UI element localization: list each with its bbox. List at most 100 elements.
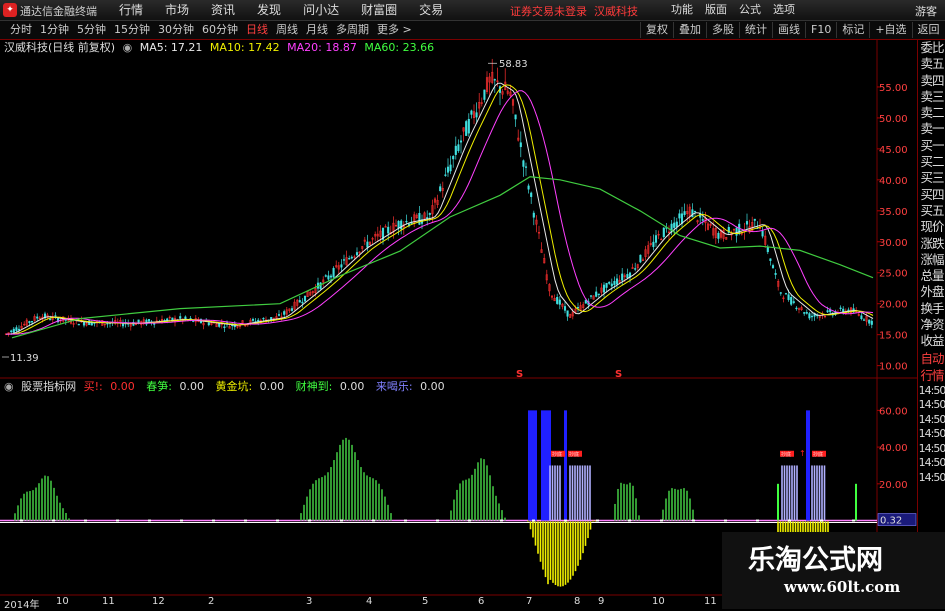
zero-dot <box>788 519 791 522</box>
y-tick-label: 50.00 <box>879 114 908 125</box>
side-label: 卖三 <box>920 88 944 104</box>
candle-body <box>36 316 39 319</box>
candle-body <box>753 218 756 221</box>
candle-body <box>483 89 486 100</box>
candle-body <box>342 259 346 261</box>
x-tick-label: 3 <box>306 596 313 607</box>
side-label: 卖四 <box>920 72 944 88</box>
low-price-label: 11.39 <box>10 353 39 364</box>
settings-icon[interactable]: ◉ <box>4 380 14 393</box>
candle-body <box>563 306 567 311</box>
candle-body <box>595 291 598 297</box>
buy-marker-label: 抄底 <box>569 451 579 458</box>
zero-dot <box>756 519 759 522</box>
candle-body <box>680 213 684 224</box>
buy-marker-label: 抄底 <box>813 451 823 458</box>
candle-body <box>444 174 447 176</box>
y-tick-label: 40.00 <box>879 176 908 187</box>
y-tick-label: 60.00 <box>879 406 908 417</box>
zero-dot <box>212 519 215 522</box>
zero-dot <box>564 519 567 522</box>
x-tick-label: 12 <box>152 596 165 607</box>
side-label: 卖五 <box>920 56 944 72</box>
candle-body <box>675 221 678 227</box>
side-label: 买一 <box>920 137 944 153</box>
candle-body <box>30 321 34 323</box>
candle-body <box>179 316 182 319</box>
candle-body <box>761 230 764 237</box>
x-tick-label: 8 <box>574 596 581 607</box>
candle-body <box>810 315 814 318</box>
buy-arrow: ↑ <box>799 449 806 458</box>
settings-icon[interactable]: ◉ <box>123 41 133 54</box>
candle-body <box>597 293 600 296</box>
candle-body <box>803 312 806 314</box>
candle-body <box>805 312 808 314</box>
indicator-spring: 春笋: 0.00 <box>146 380 204 393</box>
fortune-bar <box>806 410 810 521</box>
candle-body <box>400 220 403 230</box>
candle-body <box>527 185 530 190</box>
x-tick-label: 7 <box>526 596 533 607</box>
current-value: 0.32 <box>880 516 902 527</box>
candle-body <box>610 283 613 287</box>
zero-dot <box>532 519 535 522</box>
zero-dot <box>244 519 247 522</box>
zero-dot <box>404 519 407 522</box>
candle-body <box>771 265 775 269</box>
zero-dot <box>52 519 55 522</box>
side-label: 买五 <box>920 202 944 218</box>
candle-body <box>298 300 301 303</box>
candle-body <box>106 323 109 325</box>
candle-body <box>49 318 52 321</box>
candle-body <box>189 318 192 320</box>
candle-body <box>602 284 606 293</box>
side-label: 涨跌 <box>920 235 944 251</box>
zero-dot <box>308 519 311 522</box>
candle-body <box>405 220 408 223</box>
x-tick-label: 2 <box>208 596 215 607</box>
side-label: 14:50 <box>918 441 945 455</box>
candle-body <box>693 210 697 213</box>
ma60-line <box>11 176 874 339</box>
x-tick-label: 11 <box>704 596 717 607</box>
candle-body <box>251 318 255 321</box>
candle-body <box>576 307 580 309</box>
candle-body <box>613 281 616 285</box>
candle-body <box>634 268 637 270</box>
candle-body <box>662 227 665 238</box>
candle-body <box>639 254 642 263</box>
candle-body <box>12 328 15 333</box>
side-label: 14:50 <box>918 412 945 426</box>
candle-body <box>769 258 772 261</box>
candle-body <box>493 79 496 81</box>
candle-body <box>735 227 738 236</box>
guest-login[interactable]: 游客 <box>915 3 937 19</box>
side-label: 总量 <box>920 268 944 284</box>
candle-body <box>514 114 517 120</box>
ma60-label: MA60: 23.66 <box>364 41 435 54</box>
side-label: 14:50 <box>918 470 945 484</box>
candle-body <box>621 273 624 281</box>
zero-dot <box>84 519 87 522</box>
watermark: 乐淘公式网 www.60lt.com <box>722 532 945 609</box>
candle-body <box>522 160 525 167</box>
ma5-line <box>6 82 874 335</box>
y-tick-label: 40.00 <box>879 443 908 454</box>
candle-body <box>465 121 468 136</box>
candle-body <box>355 252 359 256</box>
side-label: 14:50 <box>918 427 945 441</box>
kline-chart[interactable]: 55.00 50.00 45.00 40.00 35.00 30.00 25.00 20.00… <box>0 0 917 609</box>
candle-body <box>439 186 442 192</box>
indicator-gold: 黄金坑: 0.00 <box>215 380 285 393</box>
candle-body <box>290 308 294 311</box>
candle-body <box>324 275 327 277</box>
sub-panel-title: 股票指标网 <box>21 380 77 393</box>
candle-body <box>589 295 593 297</box>
candle-body <box>218 323 221 327</box>
candle-body <box>678 213 681 219</box>
candle-body <box>277 314 281 316</box>
candle-body <box>787 294 790 300</box>
candle-body <box>519 142 522 148</box>
buy-marker-label: 抄底 <box>781 451 791 458</box>
